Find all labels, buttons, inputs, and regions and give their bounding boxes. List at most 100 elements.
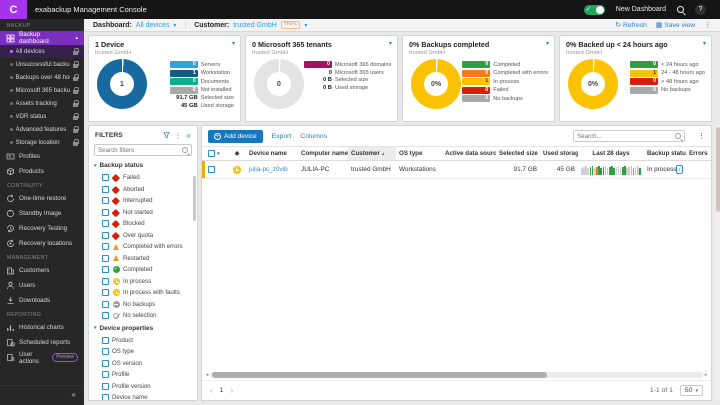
checkbox[interactable] [102,174,109,182]
header-selected-size[interactable]: Selected size [496,150,540,157]
sidebar-item-profiles[interactable]: Profiles [0,149,84,164]
kebab-menu-icon[interactable]: ⋮ [698,132,705,140]
scrollbar-thumb[interactable] [715,127,720,212]
horizontal-scrollbar[interactable]: ◂ ▸ [204,371,709,378]
sidebar-item-user-actions[interactable]: User actions Preview [0,350,84,365]
refresh-button[interactable]: ↻ Refresh [615,21,647,30]
select-all-checkbox[interactable] [208,150,215,157]
sidebar-item-downloads[interactable]: Downloads [0,293,84,308]
sidebar-item-recovery-locations[interactable]: Recovery locations [0,236,84,251]
sidebar-item-products[interactable]: Products [0,164,84,179]
checkbox[interactable] [102,231,109,239]
filter-item[interactable]: Profile [89,369,197,381]
sidebar-item-scheduled-reports[interactable]: Scheduled reports [0,335,84,350]
header-used-storage[interactable]: Used storage [540,150,578,157]
checkbox[interactable] [102,394,109,400]
filter-item[interactable]: Restarted [89,253,197,265]
checkbox[interactable] [102,243,109,251]
header-active-data-sources[interactable]: Active data sources [442,150,496,157]
collapse-filters-icon[interactable]: « [187,131,191,140]
sidebar-item-backup-dashboard[interactable]: Backup dashboard ▴ [0,31,84,45]
header-computer-name[interactable]: Computer name [298,150,348,157]
scrollbar-thumb[interactable] [212,371,548,378]
filter-item[interactable]: In process [89,276,197,288]
app-logo[interactable]: C [0,0,27,19]
checkbox[interactable] [102,300,109,308]
checkbox[interactable] [102,382,109,390]
filter-item[interactable]: Completed with errors [89,241,197,253]
clear-filters-icon[interactable] [162,132,170,139]
dashboard-selector[interactable]: All devices [136,22,169,29]
checkbox[interactable] [102,359,109,367]
kebab-menu-icon[interactable]: ⋮ [175,132,182,140]
sidebar-item-recovery-testing[interactable]: Recovery Testing [0,221,84,236]
info-icon[interactable]: i [676,165,683,174]
checkbox[interactable] [102,289,109,297]
card-menu-icon[interactable]: ▾ [703,40,706,47]
sidebar-subitem-backups-over-48-hours[interactable]: Backups over 48 hours [0,71,84,84]
filter-group-backup-status[interactable]: ▾ Backup status [89,159,197,172]
checkbox[interactable] [102,277,109,285]
next-page-icon[interactable]: › [230,386,233,395]
filter-item[interactable]: Product [89,335,197,347]
sidebar-subitem-all-devices[interactable]: All devices [0,45,84,58]
checkbox[interactable] [102,220,109,228]
header-last-28-days[interactable]: Last 28 days [578,150,644,157]
sidebar-item-users[interactable]: Users [0,278,84,293]
table-search[interactable] [573,130,685,142]
sidebar-collapse-button[interactable]: « [0,385,84,405]
filter-item[interactable]: Aborted [89,184,197,196]
scroll-right-icon[interactable]: ▸ [703,372,709,378]
checkbox[interactable] [102,336,109,344]
export-button[interactable]: Export [272,133,292,140]
chevron-up-icon[interactable]: ▴ [75,35,78,41]
checkbox[interactable] [102,371,109,379]
sidebar-subitem-vdr-status[interactable]: VDR status [0,110,84,123]
checkbox[interactable] [102,266,109,274]
checkbox[interactable] [102,185,109,193]
filter-item[interactable]: OS version [89,358,197,370]
sidebar-subitem-microsoft-365-backups[interactable]: Microsoft 365 backups [0,84,84,97]
checkbox[interactable] [102,348,109,356]
header-device-name[interactable]: Device name [246,150,298,157]
filters-scrollbar[interactable] [193,176,196,221]
filter-item[interactable]: No selection [89,310,197,322]
sidebar-item-customers[interactable]: Customers [0,263,84,278]
filter-item[interactable]: Device name [89,392,197,400]
filter-item[interactable]: Over quota [89,230,197,242]
customer-selector[interactable]: trusted GmbH [233,22,277,29]
filter-item[interactable]: ✓ Completed [89,264,197,276]
card-menu-icon[interactable]: ▾ [389,40,392,47]
filter-item[interactable]: OS type [89,346,197,358]
add-device-button[interactable]: + Add device [208,129,263,143]
sidebar-subitem-unsuccessful-backups[interactable]: Unsuccessful backups [0,58,84,71]
checkbox[interactable] [102,197,109,205]
row-checkbox[interactable] [208,166,215,173]
columns-button[interactable]: Columns [300,133,327,140]
header-backup-status[interactable]: Backup status [644,150,686,157]
page-size-select[interactable]: 50 ▾ [679,385,703,396]
header-errors[interactable]: Errors [686,150,708,157]
sidebar-item-standby-image[interactable]: Standby Image [0,206,84,221]
header-os-type[interactable]: OS type [396,150,442,157]
sidebar-item-one-time-restore[interactable]: One-time restore [0,191,84,206]
filter-item[interactable]: In process with faults [89,287,197,299]
card-menu-icon[interactable]: ▾ [232,40,235,47]
search-icon[interactable] [677,6,684,13]
new-dashboard-toggle[interactable] [583,4,605,15]
device-name-link[interactable]: julia-pc_z0vib [246,166,298,173]
checkbox[interactable] [102,208,109,216]
save-view-button[interactable]: ▦ Save view [656,21,695,30]
filter-item[interactable]: Profile version [89,381,197,393]
vertical-scrollbar[interactable] [715,125,720,401]
sidebar-subitem-assets-tracking[interactable]: Assets tracking [0,97,84,110]
checkbox[interactable] [102,254,109,262]
filter-search-input[interactable] [98,146,182,154]
sidebar-subitem-storage-location[interactable]: Storage location [0,136,84,149]
chevron-down-icon[interactable]: ▾ [217,151,220,157]
sidebar-item-historical-charts[interactable]: Historical charts [0,320,84,335]
kebab-menu-icon[interactable]: ⋮ [704,21,711,29]
table-search-input[interactable] [577,132,675,140]
filter-item[interactable]: No backups [89,299,197,311]
header-customer[interactable]: Customer ▴ [348,147,396,160]
